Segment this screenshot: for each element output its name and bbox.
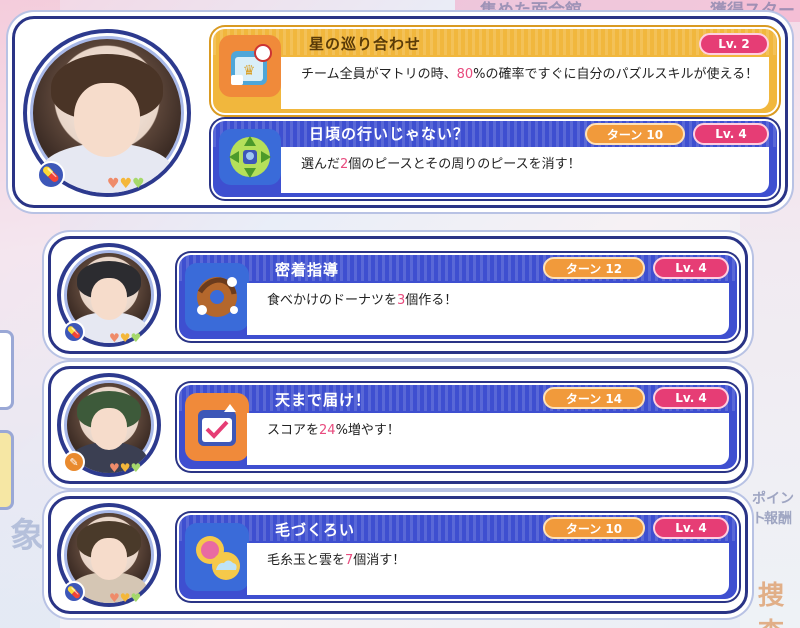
pill-icon: 💊 — [63, 321, 85, 343]
heart-icon: ♥ — [107, 176, 120, 192]
bg-label-side: 象 — [10, 516, 44, 556]
affection-hearts: ♥ ♥ ♥ — [107, 177, 145, 191]
side-tab-2[interactable] — [0, 430, 14, 510]
desc-text: 個のピースとその周りのピースを消す！ — [348, 157, 581, 172]
desc-highlight: 80 — [456, 67, 474, 82]
desc-text: %の確率ですぐに自分のパズルスキルが使える！ — [473, 67, 759, 82]
level-badge: Lv. 4 — [653, 387, 729, 409]
desc-text: 選んだ — [301, 157, 341, 172]
desc-text: 食べかけのドーナツを — [267, 293, 398, 308]
desc-text: チーム全員がマトリの時、 — [301, 67, 457, 82]
bg-label-reward: 報酬 — [764, 511, 792, 527]
member-skill-desc: スコアを24%増やす！ — [247, 413, 729, 465]
member-skill-name: 天まで届け！ — [275, 391, 372, 409]
turn-badge: ターン 10 — [543, 517, 645, 539]
pill-icon: 💊 — [63, 581, 85, 603]
heart-icon: ♥ — [130, 331, 142, 345]
desc-text: 個消す！ — [353, 553, 406, 568]
puzzle-skill-name: 日頃の行いじゃない？ — [309, 125, 470, 143]
header-stripes — [213, 29, 777, 55]
heart-icon: ♥ — [109, 331, 120, 345]
calendar-check-icon — [185, 393, 249, 461]
turn-badge: ターン 12 — [543, 257, 645, 279]
feather-icon: ✎ — [63, 451, 85, 473]
pill-icon: 💊 — [37, 161, 65, 189]
desc-text: 個作る！ — [405, 293, 458, 308]
yarn-cloud-icon — [185, 523, 249, 591]
member-skill-desc: 食べかけのドーナツを3個作る！ — [247, 283, 729, 335]
heart-icon: ♥ — [119, 461, 131, 475]
leader-skill-panel[interactable]: ♛ 星の巡り合わせ Lv. 2 チーム全員がマトリの時、80%の確率ですぐに自分… — [211, 27, 779, 115]
member-card[interactable]: 💊 ♥ ♥ ♥ 毛づくろい ターン 10 Lv. 4 毛糸玉と雲を7個消す！ — [48, 496, 748, 614]
svg-text:♛: ♛ — [243, 63, 256, 79]
piece-burst-icon — [219, 129, 281, 185]
heart-icon: ♥ — [119, 176, 133, 192]
puzzle-skill-panel[interactable]: 天まで届け！ ターン 14 Lv. 4 スコアを24%増やす！ — [177, 383, 739, 471]
affection-hearts: ♥ ♥ ♥ — [109, 332, 141, 344]
donut-icon — [185, 263, 249, 331]
member-skill-name: 密着指導 — [275, 261, 340, 279]
level-badge: Lv. 4 — [653, 517, 729, 539]
side-tab-1[interactable] — [0, 330, 14, 410]
heart-icon: ♥ — [119, 331, 131, 345]
portrait-face — [74, 83, 140, 158]
puzzle-skill-panel[interactable]: 毛づくろい ターン 10 Lv. 4 毛糸玉と雲を7個消す！ — [177, 513, 739, 601]
desc-text: %増やす！ — [335, 423, 400, 438]
affection-hearts: ♥ ♥ ♥ — [109, 592, 141, 604]
desc-text: 毛糸玉と雲を — [267, 553, 346, 568]
puzzle-skill-desc: 選んだ2個のピースとその周りのピースを消す！ — [281, 147, 769, 193]
crown-calendar-icon: ♛ — [219, 35, 281, 97]
desc-highlight: 24 — [319, 423, 336, 438]
leader-card[interactable]: 💊 ♥ ♥ ♥ ♛ 星の巡り合わせ Lv. 2 チーム全員がマトリの時、80%の… — [12, 16, 788, 208]
member-skill-name: 毛づくろい — [275, 521, 356, 539]
member-card[interactable]: ✎ ♥ ♥ ♥ 天まで届け！ ターン 14 Lv. 4 スコアを24%増やす！ — [48, 366, 748, 484]
desc-text: スコアを — [267, 423, 320, 438]
level-badge: Lv. 4 — [653, 257, 729, 279]
member-card[interactable]: 💊 ♥ ♥ ♥ 密着指導 ターン 12 Lv. 4 食べかけのドーナツを3個作る… — [48, 236, 748, 354]
turn-badge: ターン 10 — [585, 123, 685, 145]
level-badge: Lv. 2 — [699, 33, 769, 55]
heart-icon: ♥ — [109, 591, 120, 605]
bg-label-search: 捜査 — [758, 581, 785, 628]
heart-icon: ♥ — [132, 176, 145, 192]
heart-icon: ♥ — [130, 591, 142, 605]
heart-icon: ♥ — [119, 591, 131, 605]
puzzle-skill-panel[interactable]: 密着指導 ターン 12 Lv. 4 食べかけのドーナツを3個作る！ — [177, 253, 739, 341]
leader-skill-name: 星の巡り合わせ — [309, 35, 422, 53]
heart-icon: ♥ — [109, 461, 120, 475]
turn-badge: ターン 14 — [543, 387, 645, 409]
level-badge: Lv. 4 — [693, 123, 769, 145]
member-skill-desc: 毛糸玉と雲を7個消す！ — [247, 543, 729, 595]
leader-skill-desc: チーム全員がマトリの時、80%の確率ですぐに自分のパズルスキルが使える！ — [281, 57, 769, 109]
affection-hearts: ♥ ♥ ♥ — [109, 462, 141, 474]
heart-icon: ♥ — [130, 461, 142, 475]
puzzle-skill-panel[interactable]: 日頃の行いじゃない？ ターン 10 Lv. 4 選んだ2個のピースとその周りのピ… — [211, 119, 779, 199]
